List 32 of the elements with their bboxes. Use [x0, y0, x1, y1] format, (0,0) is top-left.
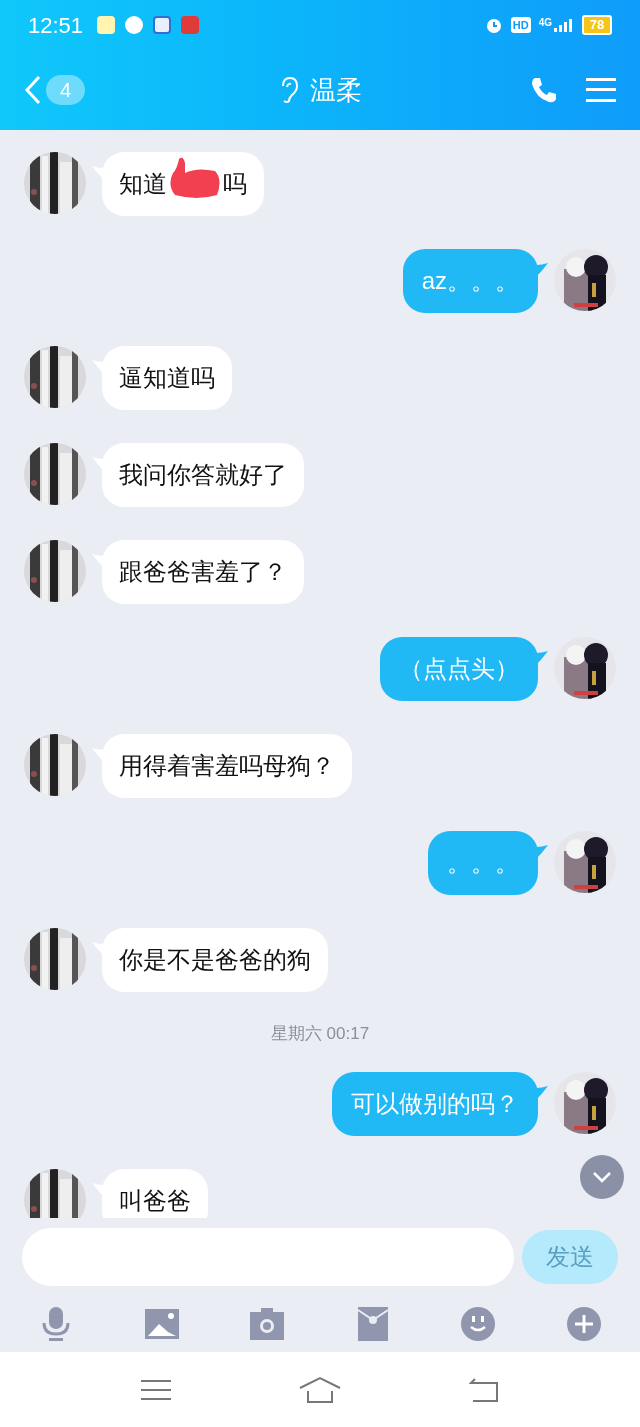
send-button[interactable]: 发送 [522, 1229, 618, 1284]
message-text: 我问你答就好了 [119, 460, 287, 490]
network-type: 4G [538, 18, 552, 28]
battery-level: 78 [582, 15, 612, 35]
message-text: 可以做别的吗？ [351, 1088, 519, 1119]
message-text: 跟爸爸害羞了？ [119, 557, 287, 587]
message-text: 叫爸爸 [119, 1185, 191, 1216]
chat-title: 温柔 [310, 73, 362, 107]
message-text: 用得着害羞吗母狗？ [119, 751, 335, 781]
timestamp: 星期六 00:17 [270, 1023, 370, 1045]
message-text: 你是不是爸爸的狗 [119, 945, 311, 975]
alarm-clock-icon [484, 16, 503, 34]
home-icon[interactable] [299, 1375, 341, 1404]
app-notification-icon [97, 16, 116, 34]
menu-icon[interactable] [586, 77, 616, 103]
status-time: 12:51 [28, 11, 84, 40]
message-text: 知道 [119, 169, 167, 199]
message-text: 。。。 [447, 848, 519, 878]
hd-indicator: HD [510, 17, 531, 33]
back-icon[interactable] [469, 1376, 499, 1403]
chevron-down-icon [592, 1171, 612, 1183]
message-text: 逼知道吗 [119, 363, 215, 393]
menu-icon[interactable] [141, 1377, 171, 1402]
app-notification-icon [181, 16, 200, 34]
signal-icon [554, 18, 574, 32]
app-notification-icon [153, 16, 172, 34]
phone-icon[interactable] [530, 76, 558, 104]
message-text: 吗 [223, 169, 247, 199]
message-text: az。。。 [421, 266, 519, 296]
scroll-down-button[interactable] [580, 1155, 624, 1199]
message-text: （点点头） [399, 654, 519, 684]
unread-count-badge[interactable]: 4 [46, 75, 86, 105]
